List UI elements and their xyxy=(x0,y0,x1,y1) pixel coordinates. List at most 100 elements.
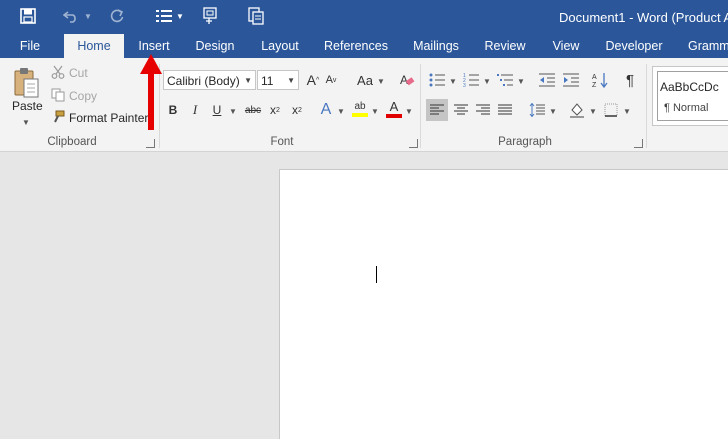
font-dialog-launcher-icon[interactable] xyxy=(409,139,418,148)
font-name-combo[interactable]: Calibri (Body) ▼ xyxy=(163,70,256,90)
line-spacing-icon[interactable] xyxy=(526,99,548,121)
text-effects-dropdown-icon[interactable]: ▼ xyxy=(336,103,346,119)
svg-text:A: A xyxy=(400,73,408,87)
highlight-button[interactable]: ab xyxy=(350,98,370,120)
shading-icon[interactable] xyxy=(566,99,588,121)
scissors-icon[interactable] xyxy=(50,64,66,80)
style-name-label: ¶ Normal xyxy=(664,102,709,114)
paste-dropdown-icon[interactable]: ▼ xyxy=(22,118,30,127)
highlight-dropdown-icon[interactable]: ▼ xyxy=(370,103,380,119)
shrink-font-button[interactable]: Av xyxy=(322,70,340,90)
bullets-dropdown-icon[interactable]: ▼ xyxy=(448,73,458,89)
tab-references[interactable]: References xyxy=(320,34,392,58)
font-group-label: Font xyxy=(270,136,294,148)
font-name-dropdown-icon[interactable]: ▼ xyxy=(244,71,252,91)
title-bar: ▼ ▼ Document1 - Word (Product Ac xyxy=(0,0,728,34)
group-divider xyxy=(420,64,421,148)
clipboard-dialog-launcher-icon[interactable] xyxy=(146,139,155,148)
highlight-color-swatch xyxy=(352,113,368,117)
align-right-icon[interactable] xyxy=(472,99,494,121)
paragraph-group-label: Paragraph xyxy=(498,136,552,148)
clear-formatting-icon[interactable]: A xyxy=(396,70,418,90)
multilevel-list-dropdown-icon[interactable]: ▼ xyxy=(516,73,526,89)
line-spacing-dropdown-icon[interactable]: ▼ xyxy=(548,103,558,119)
text-effects-button[interactable]: A xyxy=(316,100,336,120)
font-color-button[interactable]: A xyxy=(384,98,404,120)
borders-icon[interactable] xyxy=(600,99,622,121)
copy-label[interactable]: Copy xyxy=(69,89,97,103)
grow-font-button[interactable]: A ^ xyxy=(304,70,322,90)
tab-file[interactable]: File xyxy=(10,34,50,58)
change-case-button[interactable]: Aa xyxy=(354,70,376,90)
justify-icon[interactable] xyxy=(494,99,516,121)
document-page[interactable] xyxy=(279,169,728,439)
svg-text:A: A xyxy=(592,74,597,81)
paste-label[interactable]: Paste xyxy=(12,99,43,113)
underline-button[interactable]: U xyxy=(208,100,226,120)
tab-design[interactable]: Design xyxy=(190,34,240,58)
save-icon[interactable] xyxy=(16,4,40,28)
cut-label[interactable]: Cut xyxy=(69,66,88,80)
paragraph-dialog-launcher-icon[interactable] xyxy=(634,139,643,148)
font-name-value: Calibri (Body) xyxy=(167,74,240,88)
style-normal-tile[interactable]: AaBbCcDc ¶ Normal xyxy=(652,66,728,126)
undo-icon[interactable] xyxy=(60,4,82,28)
superscript-suffix: 2 xyxy=(298,106,302,114)
increase-indent-icon[interactable] xyxy=(560,70,582,90)
redo-icon[interactable] xyxy=(106,4,128,28)
clipboard-paste-icon[interactable] xyxy=(12,66,42,100)
bullets-icon[interactable] xyxy=(426,70,448,90)
svg-text:Z: Z xyxy=(592,82,597,88)
multilevel-list-icon[interactable] xyxy=(494,70,516,90)
annotation-arrow-icon xyxy=(140,54,162,130)
ribbon-home: Paste ▼ Cut Copy Format Painter Clipboar… xyxy=(0,58,728,152)
change-case-glyph: Aa xyxy=(357,72,373,88)
font-size-combo[interactable]: 11 ▼ xyxy=(257,70,299,90)
align-center-icon[interactable] xyxy=(450,99,472,121)
shrink-font-glyph: A xyxy=(325,74,333,86)
show-formatting-button[interactable]: ¶ xyxy=(620,70,640,90)
align-left-icon[interactable] xyxy=(426,99,448,121)
format-painter-icon[interactable] xyxy=(50,109,66,125)
tab-grammarly[interactable]: Gramm xyxy=(680,34,728,58)
format-painter-label[interactable]: Format Painter xyxy=(69,111,148,125)
group-divider xyxy=(646,64,647,148)
style-normal-frame: AaBbCcDc ¶ Normal xyxy=(657,71,728,121)
strikethrough-button[interactable]: abc xyxy=(242,100,264,120)
grow-font-glyph: A xyxy=(306,72,317,88)
tab-home[interactable]: Home xyxy=(64,34,124,58)
underline-dropdown-icon[interactable]: ▼ xyxy=(228,103,238,119)
undo-dropdown-icon[interactable]: ▼ xyxy=(82,4,94,28)
list-format-icon[interactable] xyxy=(152,4,176,28)
tab-mailings[interactable]: Mailings xyxy=(405,34,467,58)
subscript-suffix: 2 xyxy=(276,106,280,114)
sort-icon[interactable]: AZ xyxy=(590,70,610,90)
subscript-button[interactable]: x2 xyxy=(266,100,284,120)
font-color-glyph: A xyxy=(389,99,399,114)
print-preview-icon[interactable] xyxy=(244,4,268,28)
decrease-indent-icon[interactable] xyxy=(536,70,558,90)
list-format-dropdown-icon[interactable]: ▼ xyxy=(174,4,186,28)
clipboard-group-label: Clipboard xyxy=(47,136,97,148)
svg-text:3: 3 xyxy=(463,83,466,87)
bold-button[interactable]: B xyxy=(164,100,182,120)
borders-dropdown-icon[interactable]: ▼ xyxy=(622,103,632,119)
window-title: Document1 - Word (Product Ac xyxy=(559,10,728,25)
font-size-dropdown-icon[interactable]: ▼ xyxy=(287,71,295,91)
tab-view[interactable]: View xyxy=(545,34,587,58)
numbering-dropdown-icon[interactable]: ▼ xyxy=(482,73,492,89)
copy-icon[interactable] xyxy=(50,87,66,103)
numbering-icon[interactable]: 123 xyxy=(460,70,482,90)
font-size-value: 11 xyxy=(261,74,274,88)
tab-developer[interactable]: Developer xyxy=(600,34,668,58)
change-case-dropdown-icon[interactable]: ▼ xyxy=(376,72,386,90)
tab-layout[interactable]: Layout xyxy=(254,34,306,58)
document-area[interactable] xyxy=(0,152,728,439)
style-preview-text: AaBbCcDc xyxy=(660,80,719,94)
touch-mode-icon[interactable] xyxy=(198,4,222,28)
superscript-button[interactable]: x2 xyxy=(288,100,306,120)
shading-dropdown-icon[interactable]: ▼ xyxy=(588,103,598,119)
font-color-dropdown-icon[interactable]: ▼ xyxy=(404,103,414,119)
italic-button[interactable]: I xyxy=(186,100,204,120)
tab-review[interactable]: Review xyxy=(480,34,530,58)
